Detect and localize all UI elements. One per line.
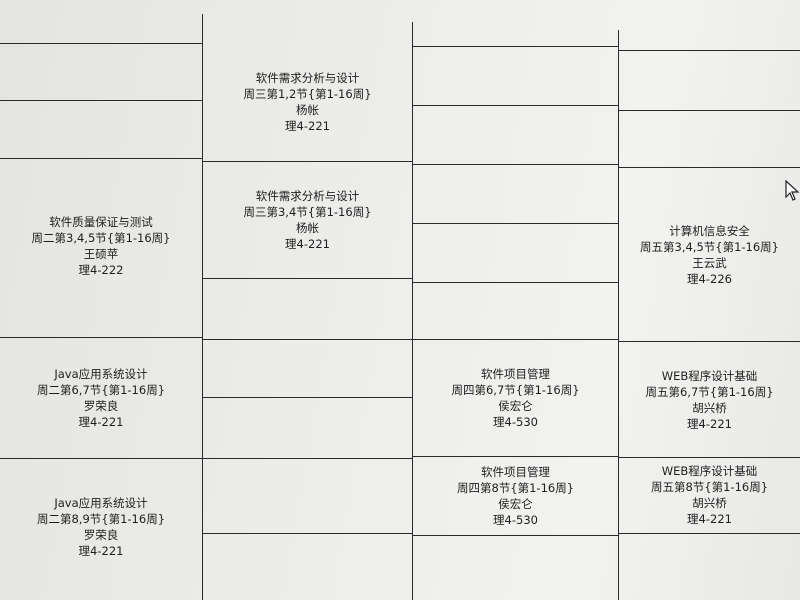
course-name: 软件项目管理 xyxy=(481,465,550,479)
course-block[interactable]: 计算机信息安全 周五第3,4,5节{第1-16周} 王云武 理4-226 xyxy=(619,219,800,291)
grid-line-h xyxy=(618,50,800,51)
course-time: 周四第8节{第1-16周} xyxy=(456,481,575,495)
course-name: 软件质量保证与测试 xyxy=(49,215,153,229)
grid-line-h xyxy=(412,223,619,224)
grid-line-h xyxy=(618,533,800,534)
course-name: Java应用系统设计 xyxy=(54,367,148,381)
timetable-grid: 软件需求分析与设计 周三第1,2节{第1-16周} 杨帐 理4-221 软件需求… xyxy=(0,0,800,600)
course-time: 周五第3,4,5节{第1-16周} xyxy=(640,240,779,254)
grid-line-h xyxy=(202,339,413,340)
course-teacher: 侯宏仑 xyxy=(498,497,533,511)
course-room: 理4-530 xyxy=(493,513,538,527)
course-block[interactable]: Java应用系统设计 周二第6,7节{第1-16周} 罗荣良 理4-221 xyxy=(0,362,202,434)
course-block[interactable]: WEB程序设计基础 周五第6,7节{第1-16周} 胡兴桥 理4-221 xyxy=(619,364,800,436)
course-room: 理4-221 xyxy=(78,415,124,429)
course-time: 周二第8,9节{第1-16周} xyxy=(36,512,166,526)
grid-line-h xyxy=(202,458,413,459)
course-teacher: 胡兴桥 xyxy=(692,496,727,510)
course-time: 周三第3,4节{第1-16周} xyxy=(243,205,372,219)
grid-line-h xyxy=(202,278,413,279)
grid-line-h xyxy=(412,339,619,340)
course-block[interactable]: WEB程序设计基础 周五第8节{第1-16周} 胡兴桥 理4-221 xyxy=(619,459,800,531)
mouse-pointer-icon xyxy=(785,180,800,201)
course-time: 周五第8节{第1-16周} xyxy=(650,480,769,494)
course-block[interactable]: 软件项目管理 周四第6,7节{第1-16周} 侯宏仑 理4-530 xyxy=(413,362,618,434)
grid-line-h xyxy=(202,533,413,534)
course-room: 理4-221 xyxy=(285,237,330,251)
grid-line-h xyxy=(202,397,413,398)
course-teacher: 杨帐 xyxy=(296,103,319,117)
course-time: 周二第3,4,5节{第1-16周} xyxy=(31,231,171,245)
course-teacher: 王硕苹 xyxy=(83,247,119,261)
course-name: WEB程序设计基础 xyxy=(661,369,758,383)
course-teacher: 王云武 xyxy=(692,256,727,270)
course-name: 软件需求分析与设计 xyxy=(255,71,360,85)
grid-line-h xyxy=(0,337,203,338)
course-block[interactable]: 软件质量保证与测试 周二第3,4,5节{第1-16周} 王硕苹 理4-222 xyxy=(0,210,202,282)
course-name: 软件项目管理 xyxy=(481,367,550,381)
course-teacher: 侯宏仑 xyxy=(498,399,533,413)
grid-line-h xyxy=(412,282,619,283)
course-teacher: 胡兴桥 xyxy=(692,401,727,415)
grid-line-h xyxy=(202,161,413,162)
grid-line-h xyxy=(618,341,800,342)
grid-line-h xyxy=(412,105,619,106)
grid-line-h xyxy=(412,535,619,536)
course-block[interactable]: Java应用系统设计 周二第8,9节{第1-16周} 罗荣良 理4-221 xyxy=(0,491,202,563)
grid-line-h xyxy=(0,158,203,159)
grid-line-h xyxy=(0,100,203,101)
course-block[interactable]: 软件需求分析与设计 周三第3,4节{第1-16周} 杨帐 理4-221 xyxy=(203,184,412,256)
course-room: 理4-226 xyxy=(687,272,732,286)
course-name: Java应用系统设计 xyxy=(54,496,148,510)
course-time: 周四第6,7节{第1-16周} xyxy=(451,383,580,397)
grid-line-h xyxy=(618,110,800,111)
course-time: 周二第6,7节{第1-16周} xyxy=(36,383,166,397)
grid-line-h xyxy=(412,164,619,165)
course-name: 软件需求分析与设计 xyxy=(255,189,360,203)
grid-line-h xyxy=(412,456,619,457)
grid-line-h xyxy=(618,457,800,458)
course-room: 理4-221 xyxy=(687,512,732,526)
grid-line-h xyxy=(412,46,619,47)
course-room: 理4-222 xyxy=(78,263,124,277)
course-room: 理4-530 xyxy=(493,415,538,429)
course-teacher: 罗荣良 xyxy=(83,528,119,542)
course-block[interactable]: 软件需求分析与设计 周三第1,2节{第1-16周} 杨帐 理4-221 xyxy=(203,66,412,138)
course-time: 周五第6,7节{第1-16周} xyxy=(645,385,774,399)
course-room: 理4-221 xyxy=(78,544,124,558)
course-time: 周三第1,2节{第1-16周} xyxy=(243,87,372,101)
course-block[interactable]: 软件项目管理 周四第8节{第1-16周} 侯宏仑 理4-530 xyxy=(413,460,618,532)
grid-line-h xyxy=(0,43,203,44)
course-name: WEB程序设计基础 xyxy=(661,464,758,478)
course-room: 理4-221 xyxy=(285,119,330,133)
course-teacher: 罗荣良 xyxy=(83,399,119,413)
grid-line-h xyxy=(0,458,203,459)
grid-line-h xyxy=(618,167,800,168)
course-name: 计算机信息安全 xyxy=(669,224,750,238)
course-teacher: 杨帐 xyxy=(296,221,319,235)
course-room: 理4-221 xyxy=(687,417,732,431)
